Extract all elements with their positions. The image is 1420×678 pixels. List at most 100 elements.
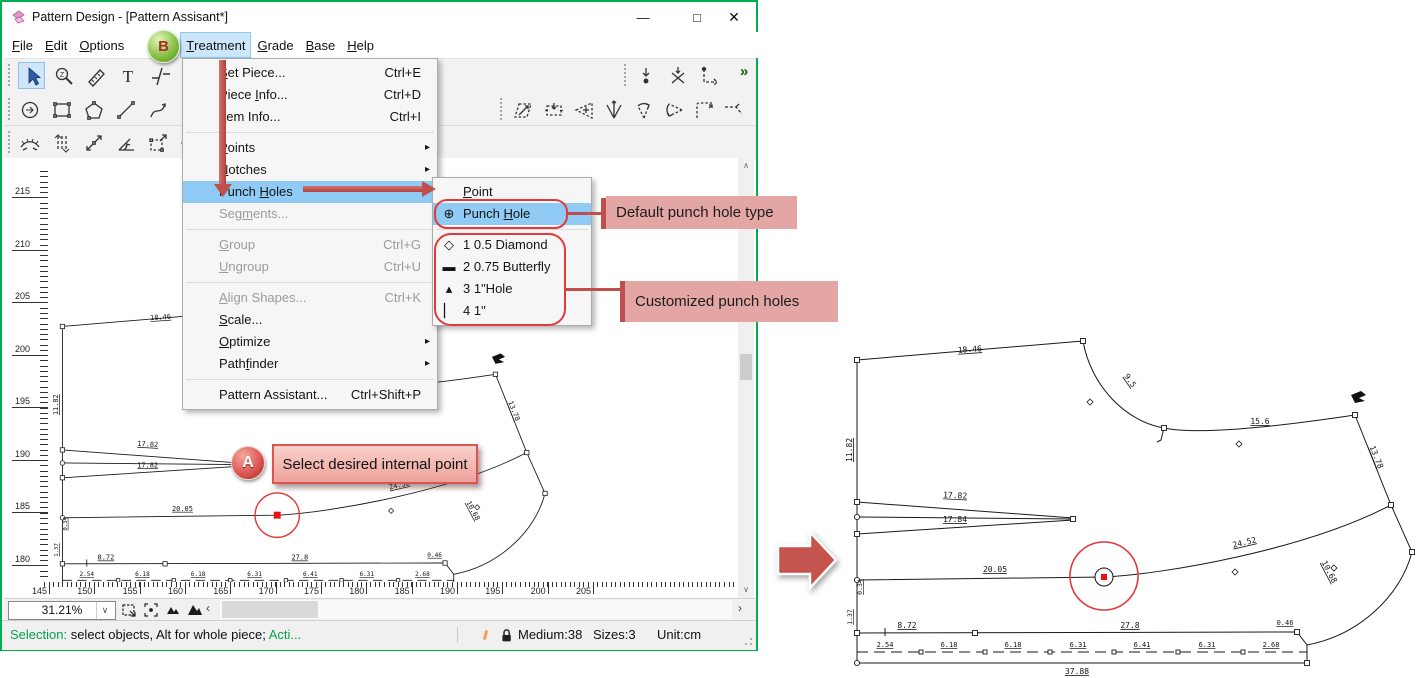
tool-rectangle[interactable] — [48, 96, 75, 123]
tool-fan[interactable] — [600, 96, 627, 123]
measure-label: 18.46 — [957, 344, 982, 355]
callout-bar-1 — [601, 198, 606, 229]
bottom-controls: 31.21% ∨ ‹ › — [4, 598, 756, 621]
hruler-label: 150 — [69, 586, 92, 596]
horizontal-ruler: 145150155160165170175180185190195200205 — [4, 582, 738, 598]
tool-fan-close[interactable] — [660, 96, 687, 123]
measure-label: 6.31 — [1199, 641, 1216, 649]
scroll-right-button[interactable]: › — [738, 601, 742, 615]
tool-spread[interactable] — [80, 129, 107, 156]
vertical-scroll-thumb[interactable] — [740, 354, 752, 380]
measure-label: 6.18 — [941, 641, 958, 649]
callout-customized-punch: Customized punch holes — [625, 281, 838, 322]
tool-shear[interactable] — [510, 96, 537, 123]
cross-point-icon — [667, 65, 689, 87]
tool-move-point[interactable] — [16, 96, 43, 123]
tool-zoom[interactable]: Z — [50, 62, 77, 89]
hruler-label: 170 — [251, 586, 274, 596]
menubar-item-treatment[interactable]: Treatment — [180, 32, 251, 58]
hruler-label: 155 — [115, 586, 138, 596]
zoom-level-value: 31.21% — [42, 603, 83, 617]
callout-default-punch: Default punch hole type — [606, 196, 797, 229]
lock-icon — [500, 628, 513, 643]
scroll-up-button[interactable]: ∧ — [738, 158, 754, 174]
tool-stretch[interactable] — [540, 96, 567, 123]
vruler-label: 195 — [6, 396, 30, 406]
more-tools-chevron[interactable]: » — [740, 63, 748, 80]
horizontal-scroll-thumb[interactable] — [222, 601, 318, 618]
tool-taper[interactable] — [570, 96, 597, 123]
vruler-label: 200 — [6, 344, 30, 354]
toolbar-grip[interactable] — [8, 64, 14, 86]
menubar-item-help[interactable]: Help — [341, 32, 380, 58]
comb-curve-icon — [19, 132, 41, 154]
measure-label: 1.37 — [54, 543, 60, 557]
menubar-item-grade[interactable]: Grade — [251, 32, 299, 58]
close-button[interactable]: ✕ — [712, 2, 756, 32]
scroll-left-button[interactable]: ‹ — [206, 601, 210, 615]
tool-corner-raise[interactable] — [690, 96, 717, 123]
tool-pleat[interactable] — [48, 129, 75, 156]
menu-item-pathfinder[interactable]: Pathfinder▸ — [183, 353, 437, 375]
minimize-button[interactable]: — — [621, 2, 665, 32]
tool-insert-point[interactable] — [632, 62, 659, 89]
scroll-down-button[interactable]: ∨ — [738, 582, 754, 598]
line-icon — [115, 99, 137, 121]
tool-select[interactable] — [18, 62, 45, 89]
fit-view-button[interactable] — [142, 602, 160, 618]
page: { "window": { "title": "Pattern Design -… — [0, 0, 1420, 678]
tool-axis-point[interactable] — [696, 62, 723, 89]
selected-internal-point[interactable] — [274, 512, 281, 519]
measure-label: 0.34 — [856, 579, 864, 595]
measure-label: 10.68 — [1320, 559, 1339, 585]
resize-grip[interactable] — [744, 637, 753, 646]
measure-label: 17.82 — [137, 440, 158, 449]
tool-arc-angle[interactable] — [112, 129, 139, 156]
menubar-item-options[interactable]: Options — [73, 32, 130, 58]
menubar-item-edit[interactable]: Edit — [39, 32, 73, 58]
menubar-item-base[interactable]: Base — [300, 32, 342, 58]
measure-label: 24.52 — [1232, 535, 1258, 549]
step-arrow-vertical — [214, 60, 232, 197]
tool-line[interactable] — [112, 96, 139, 123]
measure-label: 2.68 — [415, 571, 430, 578]
tool-corner-flat[interactable] — [720, 96, 747, 123]
menu-item-scale[interactable]: Scale... — [183, 309, 437, 331]
tool-ruler[interactable] — [82, 62, 109, 89]
menu-bar: FileEditOptions TreatmentGradeBaseHelp — [2, 32, 760, 58]
tool-transform[interactable] — [144, 129, 171, 156]
tool-split[interactable] — [146, 62, 173, 89]
menu-item-label: Optimize — [219, 334, 270, 349]
corner-flat-icon — [723, 99, 745, 121]
fan-icon — [603, 99, 625, 121]
zoom-out-button[interactable] — [164, 602, 182, 618]
frame-select-button[interactable] — [120, 602, 138, 618]
toolbar-grip[interactable] — [624, 64, 630, 86]
tool-curve[interactable] — [144, 96, 171, 123]
tool-fan-rotate[interactable] — [630, 96, 657, 123]
menubar-item-file[interactable]: File — [6, 32, 39, 58]
zoom-in-button[interactable] — [186, 602, 204, 618]
tool-polygon[interactable] — [80, 96, 107, 123]
status-selection-body: select objects, Alt for whole piece; — [67, 627, 269, 642]
hruler-label: 185 — [387, 586, 410, 596]
zoom-level-select[interactable]: 31.21% ∨ — [8, 601, 116, 620]
status-selection-more[interactable]: Acti... — [269, 627, 302, 642]
hruler-label: 190 — [432, 586, 455, 596]
select-arrow-icon — [21, 65, 43, 87]
hruler-label: 160 — [160, 586, 183, 596]
measure-label: 17.84 — [943, 515, 967, 524]
toolbar-grip[interactable] — [8, 98, 14, 120]
status-selection-label: Selection: — [10, 627, 67, 642]
toolbar-grip[interactable] — [500, 98, 506, 120]
tool-adjust-curve[interactable] — [16, 129, 43, 156]
menu-item-optimize[interactable]: Optimize▸ — [183, 331, 437, 353]
dropdown-arrow-icon[interactable]: ∨ — [96, 602, 113, 619]
toolbar-grip[interactable] — [8, 131, 14, 153]
measure-label: 6.18 — [191, 571, 206, 578]
status-base-size: Medium:38 — [518, 621, 582, 648]
tool-cross-point[interactable] — [664, 62, 691, 89]
fan-close-icon — [663, 99, 685, 121]
menu-item-pattern-assistant[interactable]: Pattern Assistant...Ctrl+Shift+P — [183, 384, 437, 406]
tool-text[interactable]: T — [114, 62, 141, 89]
